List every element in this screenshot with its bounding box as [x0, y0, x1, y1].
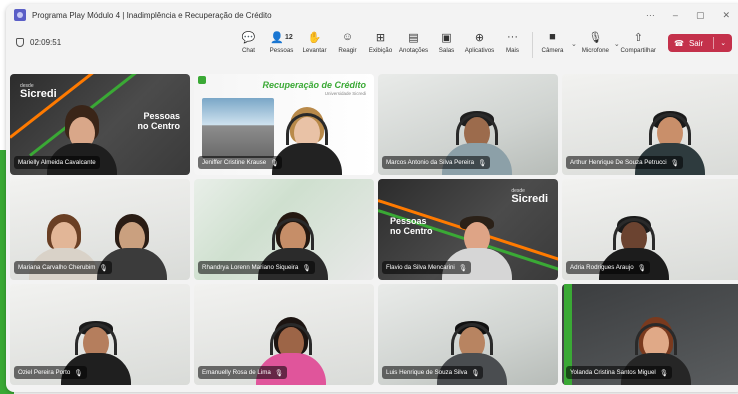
participant-tile[interactable]: Oziel Pereira Porto 🎙 — [10, 284, 190, 385]
shield-icon — [16, 38, 24, 47]
participant-name-tag: Marielly Almeida Cavalcante — [14, 156, 100, 169]
participant-avatar — [272, 91, 343, 175]
participant-tile[interactable]: Recuperação de Crédito Universidade Sicr… — [194, 74, 374, 175]
gear-icon — [198, 76, 206, 84]
more-options-icon[interactable]: ··· — [646, 10, 655, 20]
rooms-button[interactable]: ▣ Salas — [430, 30, 463, 58]
participant-name-tag: Jeniffer Cristine Krause 🎙 — [198, 156, 283, 169]
microphone-options-chevron-icon[interactable]: ⌄ — [614, 40, 620, 48]
window-controls: ··· – ▢ ✕ — [646, 4, 730, 26]
mic-muted-icon: 🎙 — [270, 159, 279, 167]
participant-name-tag: Yolanda Cristina Santos Miguel 🎙 — [566, 366, 673, 379]
participant-name-tag: Rhandrya Lorenn Mariano Siqueira 🎙 — [198, 261, 315, 274]
participant-tile[interactable]: Arthur Henrique De Souza Petrucci 🎙 — [562, 74, 738, 175]
leave-label: Sair — [688, 38, 704, 48]
participant-name-tag: Flavio da Silva Mencarini 🎙 — [382, 261, 472, 274]
rooms-icon: ▣ — [441, 31, 452, 44]
apps-button[interactable]: ⊕ Aplicativos — [463, 30, 496, 58]
participant-tile[interactable]: Emanuelly Rosa de Lima 🎙 — [194, 284, 374, 385]
participant-tile[interactable]: Rhandrya Lorenn Mariano Siqueira 🎙 — [194, 179, 374, 280]
more-button[interactable]: ··· Mais — [496, 30, 529, 58]
more-icon: ··· — [507, 31, 518, 43]
title-bar: Programa Play Módulo 4 | Inadimplência e… — [6, 4, 738, 26]
people-icon: 👤 12 — [270, 31, 293, 44]
chat-icon: 💬 — [241, 31, 256, 44]
notes-button[interactable]: ▤ Anotações — [397, 30, 430, 58]
meeting-timer: 02:09:51 — [16, 38, 61, 47]
notes-icon: ▤ — [408, 31, 419, 44]
sicredi-logo: desde Sicredi — [511, 188, 548, 205]
share-icon: ⇧ — [633, 31, 643, 44]
mic-muted-icon: 🎙 — [659, 369, 669, 377]
camera-button[interactable]: ■ Câmera — [536, 30, 569, 58]
timer-text: 02:09:51 — [30, 38, 62, 47]
mic-muted-icon: 🎙 — [74, 369, 83, 377]
toolbar-divider — [532, 32, 533, 58]
mic-muted-icon: 🎙 — [478, 159, 487, 167]
maximize-icon[interactable]: ▢ — [696, 10, 705, 21]
mic-muted-icon: 🎙 — [471, 369, 480, 377]
participant-grid: desde Sicredi Pessoas no Centro Marielly A… — [10, 74, 738, 386]
react-icon: ☺ — [341, 31, 354, 43]
pessoas-no-centro-text: Pessoas no Centro — [137, 111, 181, 131]
view-icon: ⊞ — [375, 31, 386, 44]
leave-options-chevron-icon[interactable]: ⌄ — [720, 39, 726, 47]
share-button[interactable]: ⇧ Compartilhar — [621, 30, 656, 58]
people-button[interactable]: 👤 12 Pessoas — [265, 30, 298, 58]
camera-icon: ■ — [549, 31, 556, 43]
camera-options-chevron-icon[interactable]: ⌄ — [571, 40, 577, 48]
office-building-image — [202, 98, 274, 158]
raise-hand-button[interactable]: ✋ Levantar — [298, 30, 331, 58]
participant-name-tag: Emanuelly Rosa de Lima 🎙 — [198, 366, 288, 379]
pessoas-no-centro-text: Pessoas no Centro — [390, 216, 433, 236]
toolbar-actions: 💬 Chat 👤 12 Pessoas ✋ Levantar ☺ Reagir ⊞… — [232, 30, 656, 58]
participant-tile[interactable]: Mariana Carvalho Cherubim 🎙 — [10, 179, 190, 280]
mic-muted-icon: 🎙 — [99, 264, 108, 272]
participant-tile[interactable]: Luis Henrique de Souza Silva 🎙 — [378, 284, 558, 385]
participant-tile[interactable]: desde Sicredi Pessoas no Centro Marielly A… — [10, 74, 190, 175]
window-title: Programa Play Módulo 4 | Inadimplência e… — [32, 10, 272, 20]
participant-name-tag: Oziel Pereira Porto 🎙 — [14, 366, 87, 379]
meeting-toolbar: 02:09:51 💬 Chat 👤 12 Pessoas ✋ Levantar ☺… — [6, 26, 738, 64]
participant-tile[interactable]: Marcos Antonio da Silva Pereira 🎙 — [378, 74, 558, 175]
mic-muted-icon: 🎙 — [637, 264, 646, 272]
teams-meeting-window: Programa Play Módulo 4 | Inadimplência e… — [6, 4, 738, 392]
close-icon[interactable]: ✕ — [722, 10, 730, 21]
phone-hangup-icon: ☎ — [674, 38, 684, 48]
raise-hand-icon: ✋ — [307, 31, 322, 44]
teams-app-icon — [14, 9, 26, 21]
mic-muted-icon: 🎙 — [302, 264, 311, 272]
mic-muted-icon: 🎙 — [458, 264, 468, 272]
view-button[interactable]: ⊞ Exibição — [364, 30, 397, 58]
participant-name-tag: Mariana Carvalho Cherubim 🎙 — [14, 261, 112, 274]
participant-name-tag: Marcos Antonio da Silva Pereira 🎙 — [382, 156, 491, 169]
people-count: 12 — [284, 33, 293, 41]
react-button[interactable]: ☺ Reagir — [331, 30, 364, 58]
chat-button[interactable]: 💬 Chat — [232, 30, 265, 58]
participant-name-tag: Luis Henrique de Souza Silva 🎙 — [382, 366, 484, 379]
leave-divider — [713, 37, 715, 49]
participant-tile[interactable]: desde Sicredi Pessoas no Centro Flavio da … — [378, 179, 558, 280]
mic-muted-icon: 🎙 — [670, 159, 679, 167]
participant-tile[interactable]: Adria Rodrigues Araujo 🎙 — [562, 179, 738, 280]
apps-icon: ⊕ — [474, 31, 485, 44]
participant-name-tag: Adria Rodrigues Araujo 🎙 — [566, 261, 650, 274]
participant-tile[interactable]: Yolanda Cristina Santos Miguel 🎙 — [562, 284, 738, 385]
leave-button[interactable]: ☎ Sair ⌄ — [668, 34, 732, 52]
microphone-icon: 🎙 — [588, 31, 603, 44]
mic-muted-icon: 🎙 — [274, 369, 284, 377]
participant-name-tag: Arthur Henrique De Souza Petrucci 🎙 — [566, 156, 683, 169]
microphone-button[interactable]: 🎙 Microfone — [579, 30, 612, 58]
recuperacao-title: Recuperação de Crédito — [262, 80, 366, 90]
minimize-icon[interactable]: – — [673, 10, 678, 20]
